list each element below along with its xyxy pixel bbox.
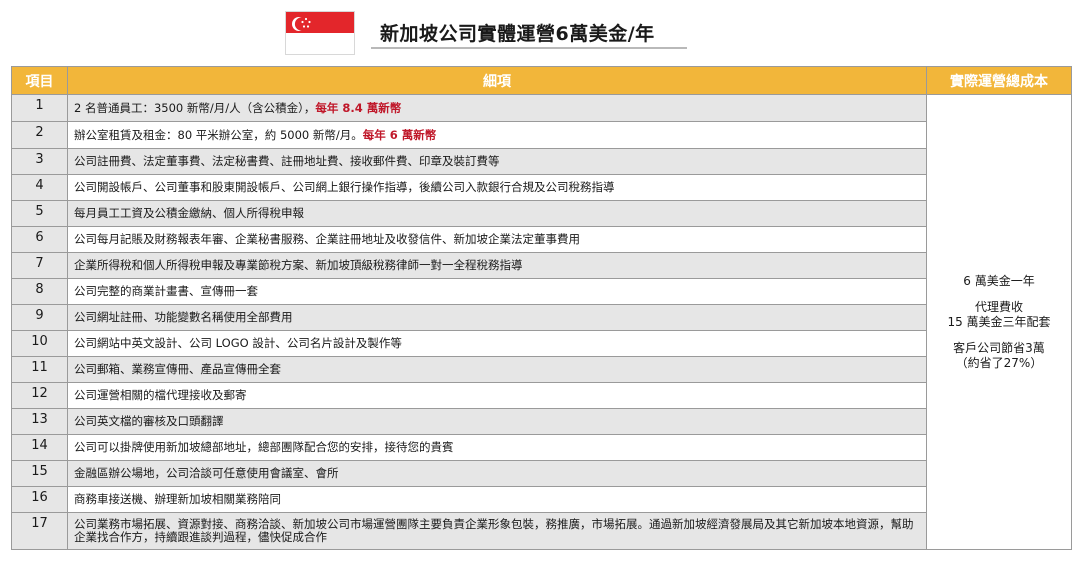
row-number: 1: [11, 94, 68, 122]
row-detail-text: 2 名普通員工：3500 新幣/月/人（含公積金），: [74, 100, 316, 115]
table-row: 10 公司網站中英文設計、公司 LOGO 設計、公司名片設計及製作等: [11, 330, 1072, 357]
table-row: 2 辦公室租賃及租金：80 平米辦公室，約 5000 新幣/月。每年 6 萬新幣: [11, 121, 1072, 149]
column-header-total-cost: 實際運營總成本: [926, 66, 1072, 95]
row-number: 16: [11, 486, 68, 513]
column-header-detail: 細項: [67, 66, 927, 95]
row-number: 14: [11, 434, 68, 461]
row-number: 12: [11, 382, 68, 409]
row-number: 4: [11, 174, 68, 201]
row-number: 8: [11, 278, 68, 305]
row-detail: 公司每月記賬及財務報表年審、企業秘書服務、企業註冊地址及收發信件、新加坡企業法定…: [67, 226, 927, 253]
table-row: 4 公司開設帳戶、公司董事和股東開設帳戶、公司網上銀行操作指導，後續公司入款銀行…: [11, 174, 1072, 201]
column-header-item: 項目: [11, 66, 68, 95]
header: 新加坡公司實體運營6萬美金/年: [0, 0, 1086, 62]
cost-package: 15 萬美金三年配套: [947, 314, 1051, 329]
row-number: 15: [11, 460, 68, 487]
row-number: 5: [11, 200, 68, 227]
table-row: 7 企業所得稅和個人所得稅申報及專業節稅方案、新加坡頂級稅務律師一對一全程稅務指…: [11, 252, 1072, 279]
row-number: 10: [11, 330, 68, 357]
table-row: 11 公司郵箱、業務宣傳冊、產品宣傳冊全套: [11, 356, 1072, 383]
table-row: 6 公司每月記賬及財務報表年審、企業秘書服務、企業註冊地址及收發信件、新加坡企業…: [11, 226, 1072, 253]
total-cost-cell: 6 萬美金一年 代理費收 15 萬美金三年配套 客戶公司節省3萬 （約省了27%…: [926, 94, 1072, 550]
page-title: 新加坡公司實體運營6萬美金/年: [380, 23, 655, 45]
row-detail: 公司網址註冊、功能變數名稱使用全部費用: [67, 304, 927, 331]
table-row: 16 商務車接送機、辦理新加坡相關業務陪同: [11, 486, 1072, 513]
row-detail-highlight: 每年 8.4 萬新幣: [315, 100, 402, 115]
table-row: 8 公司完整的商業計畫書、宣傳冊一套: [11, 278, 1072, 305]
table-header-row: 項目 細項 實際運營總成本: [11, 66, 1072, 95]
row-detail: 公司業務市場拓展、資源對接、商務洽談、新加坡公司市場運營團隊主要負責企業形象包裝…: [67, 512, 927, 550]
row-detail: 公司可以掛牌使用新加坡總部地址，總部團隊配合您的安排，接待您的貴賓: [67, 434, 927, 461]
row-number: 7: [11, 252, 68, 279]
table-row: 1 2 名普通員工：3500 新幣/月/人（含公積金），每年 8.4 萬新幣 6…: [11, 94, 1072, 550]
table-row: 17 公司業務市場拓展、資源對接、商務洽談、新加坡公司市場運營團隊主要負責企業形…: [11, 512, 1072, 550]
row-number: 6: [11, 226, 68, 253]
row-detail: 公司註冊費、法定董事費、法定秘書費、註冊地址費、接收郵件費、印章及裝訂費等: [67, 148, 927, 175]
singapore-flag-icon: [285, 11, 355, 55]
table-row: 5 每月員工工資及公積金繳納、個人所得稅申報: [11, 200, 1072, 227]
row-detail-text: 辦公室租賃及租金：80 平米辦公室，約 5000 新幣/月。: [74, 127, 363, 142]
row-detail: 公司開設帳戶、公司董事和股東開設帳戶、公司網上銀行操作指導，後續公司入款銀行合規…: [67, 174, 927, 201]
row-detail: 金融區辦公場地，公司洽談可任意使用會議室、會所: [67, 460, 927, 487]
row-number: 3: [11, 148, 68, 175]
row-detail: 公司完整的商業計畫書、宣傳冊一套: [67, 278, 927, 305]
title-underline: [371, 47, 687, 49]
table-row: 13 公司英文檔的審核及口頭翻譯: [11, 408, 1072, 435]
table-row: 12 公司運營相關的檔代理接收及郵寄: [11, 382, 1072, 409]
row-number: 17: [11, 512, 68, 550]
row-number: 9: [11, 304, 68, 331]
row-number: 13: [11, 408, 68, 435]
row-detail: 公司網站中英文設計、公司 LOGO 設計、公司名片設計及製作等: [67, 330, 927, 357]
cost-table: 項目 細項 實際運營總成本 1 2 名普通員工：3500 新幣/月/人（含公積金…: [11, 66, 1072, 550]
cost-savings: 客戶公司節省3萬: [953, 340, 1045, 355]
row-detail: 2 名普通員工：3500 新幣/月/人（含公積金），每年 8.4 萬新幣: [67, 94, 927, 122]
row-detail: 辦公室租賃及租金：80 平米辦公室，約 5000 新幣/月。每年 6 萬新幣: [67, 121, 927, 149]
row-detail: 公司英文檔的審核及口頭翻譯: [67, 408, 927, 435]
row-detail: 公司運營相關的檔代理接收及郵寄: [67, 382, 927, 409]
table-row: 3 公司註冊費、法定董事費、法定秘書費、註冊地址費、接收郵件費、印章及裝訂費等: [11, 148, 1072, 175]
row-number: 11: [11, 356, 68, 383]
table-row: 14 公司可以掛牌使用新加坡總部地址，總部團隊配合您的安排，接待您的貴賓: [11, 434, 1072, 461]
row-detail: 商務車接送機、辦理新加坡相關業務陪同: [67, 486, 927, 513]
row-detail: 每月員工工資及公積金繳納、個人所得稅申報: [67, 200, 927, 227]
table-row: 15 金融區辦公場地，公司洽談可任意使用會議室、會所: [11, 460, 1072, 487]
cost-annual: 6 萬美金一年: [963, 273, 1035, 288]
row-detail: 企業所得稅和個人所得稅申報及專業節稅方案、新加坡頂級稅務律師一對一全程稅務指導: [67, 252, 927, 279]
row-detail: 公司郵箱、業務宣傳冊、產品宣傳冊全套: [67, 356, 927, 383]
row-detail-highlight: 每年 6 萬新幣: [362, 127, 437, 142]
crescent-stars-icon: [292, 17, 311, 31]
table-row: 9 公司網址註冊、功能變數名稱使用全部費用: [11, 304, 1072, 331]
cost-savings-percent: （約省了27%）: [955, 355, 1043, 370]
row-number: 2: [11, 121, 68, 149]
cost-agency-fee: 代理費收: [974, 299, 1023, 314]
